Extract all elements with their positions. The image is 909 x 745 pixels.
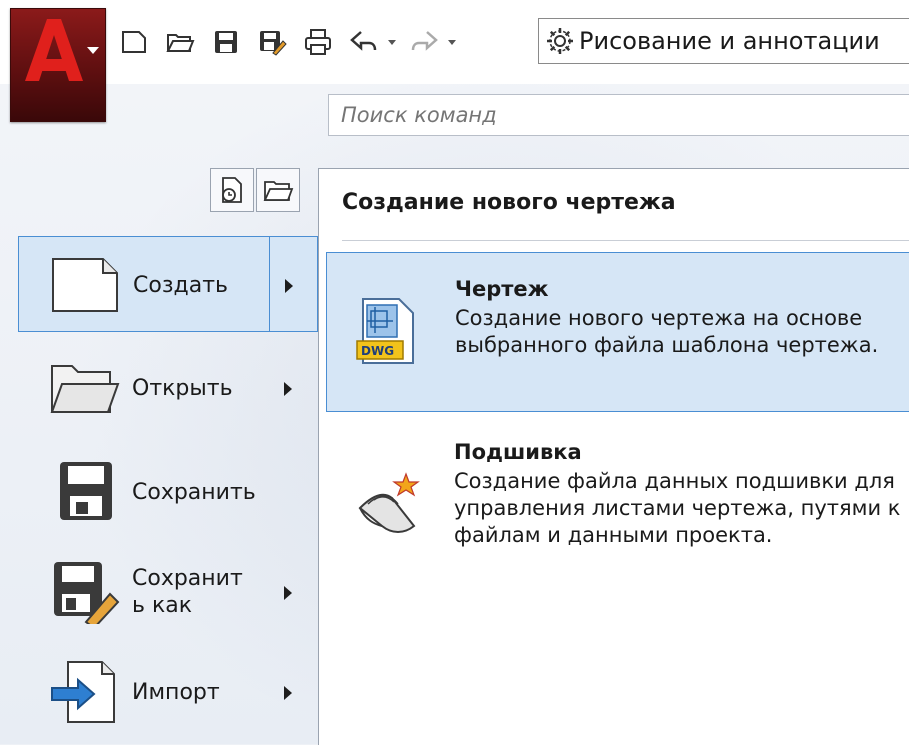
undo-dropdown-icon[interactable] xyxy=(388,39,396,45)
open-documents-button[interactable] xyxy=(256,168,300,212)
saveas-icon xyxy=(260,31,287,56)
save-button[interactable] xyxy=(208,24,244,60)
menu-item-create[interactable]: Создать xyxy=(18,236,318,332)
saveas-button[interactable] xyxy=(254,24,290,60)
workspace-select[interactable]: Рисование и аннотации xyxy=(538,18,909,64)
chevron-down-icon xyxy=(87,47,99,54)
print-icon xyxy=(305,29,331,55)
entry-title: Подшивка xyxy=(454,440,582,464)
undo-button[interactable] xyxy=(346,24,382,60)
menu-item-save-as[interactable]: Сохранит ь как xyxy=(18,544,318,640)
search-input[interactable] xyxy=(328,94,909,136)
print-button[interactable] xyxy=(300,24,336,60)
folder-open-icon xyxy=(50,365,120,413)
sheet-set-entry[interactable]: Подшивка Создание файла данных подшивки … xyxy=(326,424,909,594)
menu-item-import[interactable]: Импорт xyxy=(18,644,318,740)
new-icon xyxy=(122,31,146,53)
floppy-disk-icon xyxy=(60,462,112,520)
import-icon xyxy=(51,661,115,723)
redo-icon xyxy=(411,31,438,51)
new-drawing-entry[interactable]: DWG Чертеж Создание нового чертежа на ос… xyxy=(326,252,909,412)
chevron-right-icon[interactable] xyxy=(284,586,292,600)
menu-item-open[interactable]: Открыть xyxy=(18,340,318,436)
recent-documents-icon xyxy=(222,177,242,203)
gear-icon xyxy=(547,28,573,54)
redo-button[interactable] xyxy=(406,24,442,60)
chevron-right-icon[interactable] xyxy=(285,279,293,293)
submenu-divider xyxy=(269,237,270,331)
panel-title: Создание нового чертежа xyxy=(342,190,676,215)
application-menu-button[interactable] xyxy=(10,8,106,122)
open-documents-icon xyxy=(263,181,294,201)
menu-item-label: Сохранить xyxy=(132,479,256,505)
menu-item-label: Импорт xyxy=(132,679,220,705)
menu-item-label: Открыть xyxy=(132,375,233,401)
redo-dropdown-icon[interactable] xyxy=(448,39,456,45)
save-icon xyxy=(215,31,237,53)
menu-item-label: Сохранит ь как xyxy=(132,566,243,618)
menu-item-label: Создать xyxy=(133,272,228,298)
open-button[interactable] xyxy=(162,24,198,60)
entry-title: Чертеж xyxy=(455,277,549,301)
document-view-toggles xyxy=(210,168,300,212)
dwg-file-icon: DWG xyxy=(356,298,414,364)
new-drawing-icon xyxy=(52,258,118,312)
quick-access-toolbar xyxy=(116,22,456,62)
divider xyxy=(342,240,909,241)
menu-item-save[interactable]: Сохранить xyxy=(18,444,318,540)
chevron-right-icon[interactable] xyxy=(284,382,292,396)
chevron-right-icon[interactable] xyxy=(284,686,292,700)
workspace-label: Рисование и аннотации xyxy=(579,27,880,55)
dwg-badge-text: DWG xyxy=(361,344,394,358)
recent-documents-button[interactable] xyxy=(210,168,254,212)
entry-description: Создание файла данных подшивки для управ… xyxy=(454,469,901,547)
new-button[interactable] xyxy=(116,24,152,60)
entry-description: Создание нового чертежа на основе выбран… xyxy=(455,306,879,357)
autocad-logo-icon xyxy=(25,19,83,81)
save-as-icon xyxy=(54,562,120,624)
open-icon xyxy=(166,34,195,52)
undo-icon xyxy=(350,31,377,51)
sheet-set-icon xyxy=(358,472,420,533)
